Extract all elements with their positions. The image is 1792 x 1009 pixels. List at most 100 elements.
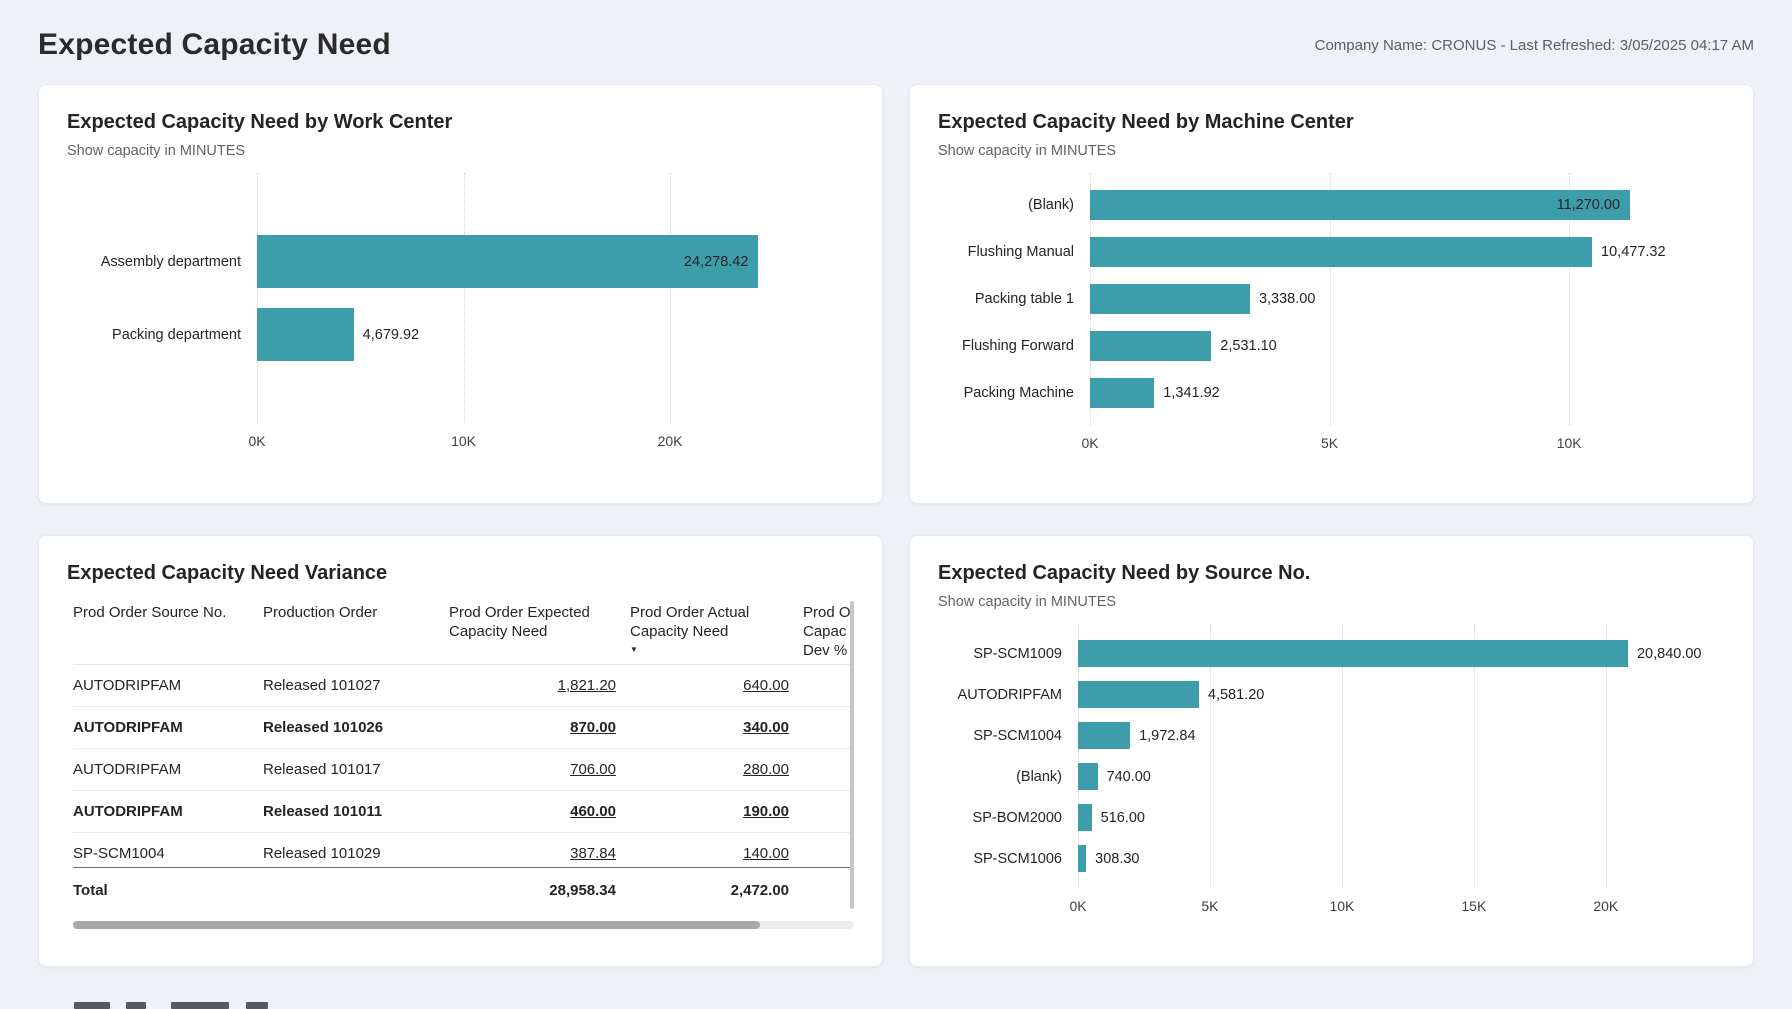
bar-sp-scm1004[interactable] [1078,722,1130,749]
actual-value-link[interactable]: 190.00 [743,803,789,820]
cell-dev-pct [803,749,854,790]
bar-sp-bom2000[interactable] [1078,804,1092,831]
expected-value-link[interactable]: 460.00 [570,803,616,820]
bar-blank[interactable] [1078,763,1098,790]
category-label: SP-BOM2000 [938,804,1078,831]
bar-flushing-forward[interactable] [1090,331,1211,361]
expected-value-link[interactable]: 870.00 [570,719,616,736]
bar-blank[interactable]: 11,270.00 [1090,190,1630,220]
expected-value-link[interactable]: 387.84 [570,845,616,862]
bar-flushing-manual[interactable] [1090,237,1592,267]
table-row[interactable]: SP-SCM1004Released 101029387.84140.00 [73,833,854,867]
value-label: 1,341.92 [1163,385,1219,401]
category-label: Packing Machine [938,378,1090,408]
axis-tick-label: 20K [658,433,683,449]
category-label: Flushing Manual [938,237,1090,267]
bar-autodripfam[interactable] [1078,681,1199,708]
actual-value-link[interactable]: 640.00 [743,677,789,694]
bar-row: 2,531.10 [1090,331,1665,361]
column-header-prod-order-actual-capacity-need[interactable]: Prod Order Actual Capacity Need▼ [630,603,803,660]
category-label: SP-SCM1006 [938,845,1078,872]
category-axis: (Blank)Flushing ManualPacking table 1Flu… [938,173,1090,425]
column-header-label: Production Order [263,603,449,622]
category-label: Packing department [67,308,257,361]
cell-production-order: Released 101027 [263,665,449,706]
category-label: AUTODRIPFAM [938,681,1078,708]
axis-tick-label: 0K [1081,435,1098,451]
axis-tick-label: 10K [1329,898,1354,914]
table-row[interactable]: AUTODRIPFAMReleased 101017 706.00 280.00 [73,749,854,791]
horizontal-scrollbar-thumb[interactable] [73,921,760,929]
axis-tick-label: 5K [1201,898,1218,914]
bar-row: 308.30 [1078,845,1685,872]
plot-column: 20,840.00 4,581.20 1,972.84 740.00 516.00 308… [1078,624,1725,920]
machine-center-bar-chart: (Blank)Flushing ManualPacking table 1Flu… [938,173,1725,457]
plot-column: 11,270.0010,477.323,338.002,531.101,341.… [1090,173,1725,457]
cell-production-order: Released 101017 [263,749,449,790]
bar-sp-scm1006[interactable] [1078,845,1086,872]
bar-rows: 24,278.424,679.92 [257,235,794,361]
actual-value-link[interactable]: 140.00 [743,845,789,862]
machine-center-chart-card: Expected Capacity Need by Machine Center… [909,84,1754,504]
axis-tick-label: 15K [1461,898,1486,914]
category-label: Packing table 1 [938,284,1090,314]
bar-row: 10,477.32 [1090,237,1665,267]
bar-packing-machine[interactable] [1090,378,1154,408]
value-label: 20,840.00 [1637,646,1702,662]
category-label: (Blank) [938,763,1078,790]
vertical-scrollbar[interactable] [850,601,854,909]
total-expected: 28,958.34 [449,882,630,899]
bar-row: 516.00 [1078,804,1685,831]
actual-value-link[interactable]: 280.00 [743,761,789,778]
expected-value-link[interactable]: 706.00 [570,761,616,778]
cutoff-fragment [74,1002,110,1009]
work-center-chart-card: Expected Capacity Need by Work Center Sh… [38,84,883,504]
table-scroll-region: Prod Order Source No.Production OrderPro… [73,597,854,913]
horizontal-scrollbar-track[interactable] [73,921,854,929]
plot-area: 11,270.0010,477.323,338.002,531.101,341.… [1090,173,1665,425]
cell-expected: 1,821.20 [449,665,630,706]
value-label: 1,972.84 [1139,728,1195,744]
plot-area: 24,278.424,679.92 [257,173,794,423]
table-row[interactable]: AUTODRIPFAMReleased 101027 1,821.20 640.00 [73,665,854,707]
cell-source-no: AUTODRIPFAM [73,665,263,706]
expected-value-link[interactable]: 1,821.20 [558,677,616,694]
value-label: 740.00 [1107,769,1151,785]
cell-source-no: AUTODRIPFAM [73,791,263,832]
cell-dev-pct [803,791,854,832]
cell-actual: 640.00 [630,665,803,706]
bar-sp-scm1009[interactable] [1078,640,1628,667]
column-header-label: Prod O Capac Dev % [803,603,854,660]
value-axis: 0K10K20K [257,433,794,455]
category-axis: SP-SCM1009AUTODRIPFAMSP-SCM1004(Blank)SP… [938,624,1078,888]
cell-dev-pct [803,833,854,867]
page-title: Expected Capacity Need [38,28,391,62]
table-total-row: Total28,958.342,472.00 [73,867,854,913]
axis-tick-label: 20K [1593,898,1618,914]
cell-expected: 387.84 [449,833,630,867]
value-axis: 0K5K10K15K20K [1078,898,1685,920]
value-label: 24,278.42 [684,254,759,270]
value-label: 11,270.00 [1557,197,1630,213]
cell-source-no: AUTODRIPFAM [73,707,263,748]
chart-body: (Blank)Flushing ManualPacking table 1Flu… [938,173,1725,457]
bar-row: 24,278.42 [257,235,794,288]
actual-value-link[interactable]: 340.00 [743,719,789,736]
bar-packing-table-1[interactable] [1090,284,1250,314]
column-header-production-order[interactable]: Production Order [263,603,449,660]
table-row[interactable]: AUTODRIPFAMReleased 101011460.00190.00 [73,791,854,833]
value-label: 4,581.20 [1208,687,1264,703]
cell-source-no: AUTODRIPFAM [73,749,263,790]
bar-assembly-department[interactable]: 24,278.42 [257,235,758,288]
column-header-prod-order-expected-capacity-need[interactable]: Prod Order Expected Capacity Need [449,603,630,660]
table-row[interactable]: AUTODRIPFAMReleased 101026870.00340.00 [73,707,854,749]
bar-row: 4,581.20 [1078,681,1685,708]
source-no-chart-card: Expected Capacity Need by Source No. Sho… [909,535,1754,967]
bar-packing-department[interactable] [257,308,354,361]
work-center-bar-chart: Assembly departmentPacking department24,… [67,173,854,455]
column-header-prod-order-source-no[interactable]: Prod Order Source No. [73,603,263,660]
chart-body: Assembly departmentPacking department24,… [67,173,854,455]
column-header-prod-o[interactable]: Prod O Capac Dev % [803,603,854,660]
cell-expected: 706.00 [449,749,630,790]
column-header-label: Prod Order Actual Capacity Need [630,603,803,641]
